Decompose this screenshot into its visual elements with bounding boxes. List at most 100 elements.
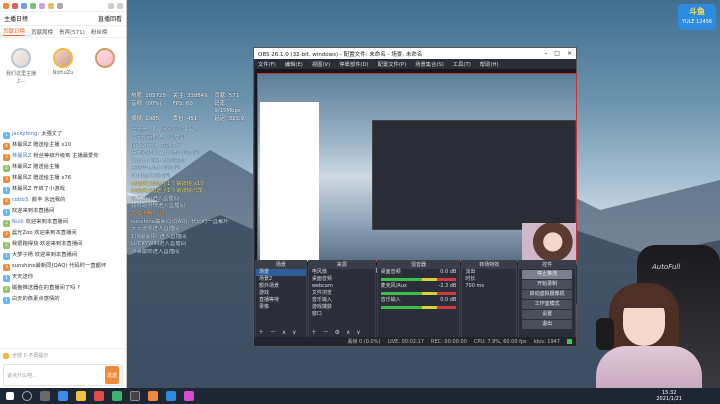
menu-item[interactable]: 配置文件(P) xyxy=(378,60,407,68)
mixer-channel[interactable]: 麦克风/Aux -2.3 dB xyxy=(378,283,460,295)
source-item[interactable]: 桌面音频 xyxy=(309,276,375,283)
chat-message[interactable]: 2 Nulli 欢迎来到本直播间 xyxy=(0,218,126,229)
chat-message[interactable]: 1 jackyfeng: 太强丈了 xyxy=(0,130,126,141)
menu-item[interactable]: 帮助(H) xyxy=(480,60,499,68)
chat-text: 天天送你 xyxy=(11,274,34,280)
tab-vip[interactable]: 贵宾(571) xyxy=(59,28,85,36)
panel-titlebar xyxy=(0,0,126,12)
chat-message[interactable]: 2 磁盘推送器在的直播间了吗 ? xyxy=(0,284,126,295)
douyu-icon[interactable] xyxy=(148,391,158,401)
chat-message[interactable]: 1 林最风Z 开启了小游戏 xyxy=(0,185,126,196)
source-dock-buttons[interactable]: ＋ － ⚙ ∧ ∨ xyxy=(311,327,363,336)
settings-icon[interactable] xyxy=(57,2,63,9)
chat-message[interactable]: 3 晨光Zoo 欢迎来到本直播间 xyxy=(0,229,126,240)
tab-weekly[interactable]: 贡献周榜 xyxy=(31,28,53,36)
control-button[interactable]: 设置 xyxy=(522,310,572,319)
chair-brand: AutoFull xyxy=(652,263,681,271)
search-icon[interactable] xyxy=(22,391,32,401)
gift-icon[interactable] xyxy=(21,2,27,9)
rank-1[interactable]: NizhuZu xyxy=(48,48,78,98)
user-icon[interactable] xyxy=(30,2,36,9)
chat-username[interactable]: 林最风Z xyxy=(12,153,32,160)
wechat-icon[interactable] xyxy=(112,391,122,401)
source-item[interactable]: 游戏捕获 xyxy=(309,304,375,311)
maximize-icon[interactable]: □ xyxy=(554,50,560,57)
menu-item[interactable]: 文件(F) xyxy=(258,60,276,68)
chat-message[interactable]: 2 我很跑得快 欢迎来到本直播间 xyxy=(0,240,126,251)
scene-item[interactable]: 场景2 xyxy=(256,276,306,283)
clock[interactable]: 15:32 2021/1/21 xyxy=(656,390,682,402)
obs-icon[interactable] xyxy=(130,391,140,401)
volume-meter[interactable] xyxy=(380,292,457,295)
send-box[interactable]: 说点什么吧... 发送 xyxy=(3,364,123,386)
close-icon[interactable] xyxy=(117,2,123,9)
send-input[interactable]: 说点什么吧... xyxy=(7,372,37,379)
netease-icon[interactable] xyxy=(94,391,104,401)
control-button[interactable]: 停止推流 xyxy=(522,270,572,279)
emoji-icon[interactable] xyxy=(3,352,9,359)
scene-item[interactable]: 额外场景 xyxy=(256,283,306,290)
folder-icon[interactable] xyxy=(76,391,86,401)
control-button[interactable]: 开始录制 xyxy=(522,280,572,289)
mixer-channel[interactable]: 音乐输入 0.0 dB xyxy=(378,297,460,309)
close-icon[interactable]: × xyxy=(567,50,572,57)
tab-fans[interactable]: 粉丝榜 xyxy=(91,28,108,36)
chat-message[interactable]: 3 sunshine最新同(QAQ) 代码时一直都坏 xyxy=(0,262,126,273)
mixer-channel[interactable]: 桌面音频 0.0 dB xyxy=(378,269,460,281)
chat-message[interactable]: 4 林最风Z 赠送给主播 x10 xyxy=(0,141,126,152)
transition-field[interactable]: 时长 xyxy=(462,276,516,283)
control-button[interactable]: 工作室模式 xyxy=(522,300,572,309)
status-item: LIVE: 00:02:17 xyxy=(387,338,425,345)
menu-item[interactable]: 视图(V) xyxy=(312,60,330,68)
source-item[interactable]: webcam xyxy=(309,283,375,290)
app-icon[interactable] xyxy=(184,391,194,401)
qq-icon[interactable] xyxy=(166,391,176,401)
chat-feed[interactable]: 1 jackyfeng: 太强丈了 4 林最风Z 赠送给主播 x10 3 林最风Z 粉丝等级升… xyxy=(0,130,126,342)
chat-message[interactable]: 3 林最风Z 赠送给主播 x76 xyxy=(0,174,126,185)
menu-item[interactable]: 停靠部件(D) xyxy=(339,60,368,68)
message-icon[interactable] xyxy=(39,2,45,9)
chat-username[interactable]: jackyfeng: xyxy=(12,131,39,138)
replay-link[interactable]: 直播回看 xyxy=(98,14,122,23)
menu-item[interactable]: 编辑(E) xyxy=(285,60,303,68)
source-item[interactable]: 音乐输入 xyxy=(309,297,375,304)
chat-username[interactable]: Nulli xyxy=(12,219,24,226)
scene-item[interactable]: 场景 xyxy=(256,269,306,276)
record-icon[interactable] xyxy=(12,2,18,9)
chat-username[interactable]: cobb3: xyxy=(12,197,30,204)
scene-item[interactable]: 直播等待 xyxy=(256,297,306,304)
chat-message[interactable]: 4 cobb3: 颜丰 永远我的 xyxy=(0,196,126,207)
tab-daily[interactable]: 贡献日榜 xyxy=(3,27,26,36)
edge-icon[interactable] xyxy=(58,391,68,401)
send-button[interactable]: 发送 xyxy=(105,366,119,384)
source-item[interactable]: 窗口 xyxy=(309,311,375,318)
menu-item[interactable]: 工具(T) xyxy=(453,60,471,68)
rank-3[interactable] xyxy=(90,48,120,98)
source-item[interactable]: 电风扇 xyxy=(309,269,375,276)
transition-field[interactable]: 淡出 xyxy=(462,269,516,276)
scene-dock-buttons[interactable]: ＋ － ∧ ∨ xyxy=(258,327,299,336)
volume-meter[interactable] xyxy=(380,306,457,309)
control-button[interactable]: 退出 xyxy=(522,320,572,329)
chat-message[interactable]: 1 白天的像素点感情的 xyxy=(0,295,126,306)
chat-message[interactable]: 3 林最风Z 粉丝等级升级到 主播最爱你 xyxy=(0,152,126,163)
menu-item[interactable]: 场景集合(S) xyxy=(415,60,444,68)
taskview-icon[interactable] xyxy=(40,391,50,401)
rank-2[interactable]: 我们这里主播上... xyxy=(6,48,36,98)
source-item[interactable]: 文件浏览 xyxy=(309,290,375,297)
daily-rank-link[interactable]: 主播日榜 xyxy=(4,14,28,23)
chat-message[interactable]: 1 欢迎来到本直播间 xyxy=(0,207,126,218)
chat-message[interactable]: 1 大梦子杨 欢迎来到本直播间 xyxy=(0,251,126,262)
chat-message[interactable]: 1 天天送你 xyxy=(0,273,126,284)
volume-meter[interactable] xyxy=(380,278,457,281)
minimize-icon[interactable]: – xyxy=(544,50,547,57)
transition-field[interactable]: 700 ms xyxy=(462,283,516,290)
star-icon[interactable] xyxy=(48,2,54,9)
chat-message[interactable]: 2 林最风Z 赠送给主播 xyxy=(0,163,126,174)
minimize-icon[interactable] xyxy=(108,2,114,9)
scene-item[interactable]: 游戏 xyxy=(256,290,306,297)
start-icon[interactable] xyxy=(6,392,14,400)
control-button[interactable]: 启动虚拟摄像机 xyxy=(522,290,572,299)
chat-text: 晨光Zoo 欢迎来到本直播间 xyxy=(11,230,77,236)
scene-item[interactable]: 录像 xyxy=(256,304,306,311)
